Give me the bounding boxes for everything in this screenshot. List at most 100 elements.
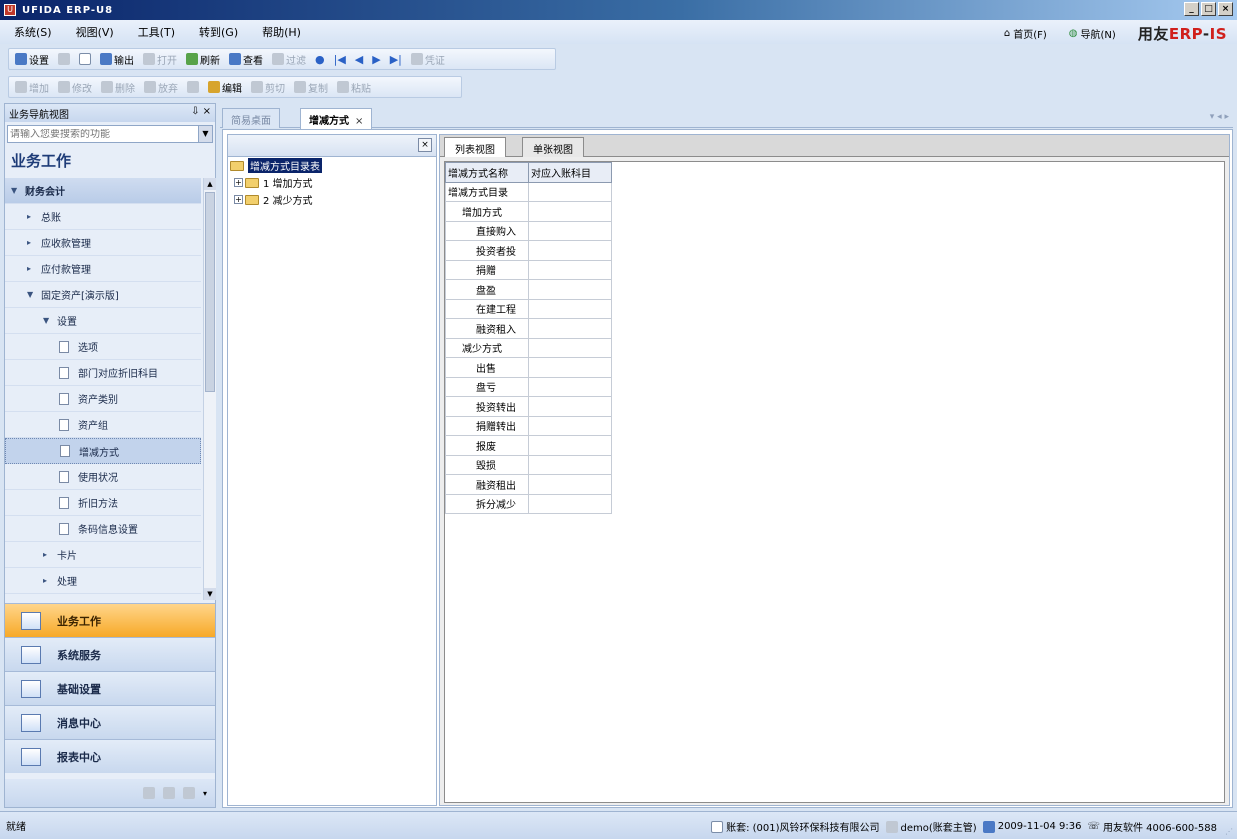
cell-account[interactable]: [528, 376, 612, 397]
tab-scroll-icon[interactable]: ▾ ◂ ▸: [1210, 112, 1229, 122]
cell-account[interactable]: [528, 357, 612, 378]
table-row[interactable]: 出售: [445, 357, 612, 378]
chevron-down-icon[interactable]: ▼: [27, 290, 37, 299]
cell-name[interactable]: 报废: [445, 435, 529, 456]
nav-item[interactable]: ▸ 应付款管理: [5, 256, 201, 282]
nav-item[interactable]: 资产组: [5, 412, 201, 438]
cell-account[interactable]: [528, 298, 612, 319]
cell-account[interactable]: [528, 337, 612, 358]
cell-name[interactable]: 投资转出: [445, 396, 529, 417]
modify-button[interactable]: 修改: [58, 80, 92, 95]
nav-item[interactable]: 增减方式: [5, 438, 201, 464]
nav-item[interactable]: ▸ 处理: [5, 568, 201, 594]
nav-scrollbar[interactable]: ▲ ▼: [203, 178, 216, 600]
cell-name[interactable]: 捐赠: [445, 259, 529, 280]
table-row[interactable]: 融资租出: [445, 474, 612, 495]
chevron-down-icon[interactable]: ▾: [203, 789, 207, 798]
nav-item[interactable]: 使用状况: [5, 464, 201, 490]
first-record-button[interactable]: |◀: [334, 53, 346, 66]
edit-button[interactable]: 编辑: [208, 80, 242, 95]
module-button[interactable]: 系统服务: [5, 637, 215, 671]
scroll-up-icon[interactable]: ▲: [204, 178, 216, 190]
tree-node-reduce-method[interactable]: + 2 减少方式: [228, 191, 436, 208]
cell-name[interactable]: 盘亏: [445, 376, 529, 397]
minimize-button[interactable]: _: [1184, 2, 1199, 16]
cell-name[interactable]: 直接购入: [445, 220, 529, 241]
export-button[interactable]: 输出: [100, 52, 134, 67]
search-dropdown-icon[interactable]: ▼: [198, 126, 212, 142]
function-search-input[interactable]: [10, 128, 200, 140]
cell-name[interactable]: 毁损: [445, 454, 529, 475]
table-row[interactable]: 捐赠转出: [445, 415, 612, 436]
module-button[interactable]: 消息中心: [5, 705, 215, 739]
cell-name[interactable]: 增减方式目录: [445, 181, 529, 202]
cell-name[interactable]: 投资者投: [445, 240, 529, 261]
paste-button[interactable]: 粘贴: [337, 80, 371, 95]
cell-name[interactable]: 减少方式: [445, 337, 529, 358]
cell-account[interactable]: [528, 435, 612, 456]
table-row[interactable]: 投资转出: [445, 396, 612, 417]
save-button[interactable]: [187, 81, 199, 93]
table-row[interactable]: 盘亏: [445, 376, 612, 397]
small-icon-3[interactable]: [182, 787, 195, 799]
chevron-right-icon[interactable]: ▸: [27, 264, 37, 273]
cell-account[interactable]: [528, 493, 612, 514]
discard-button[interactable]: 放弃: [144, 80, 178, 95]
small-icon-1[interactable]: [142, 787, 155, 799]
cell-name[interactable]: 盘盈: [445, 279, 529, 300]
table-row[interactable]: 报废: [445, 435, 612, 456]
nav-item[interactable]: 部门对应折旧科目: [5, 360, 201, 386]
col-header-account[interactable]: 对应入账科目: [528, 162, 612, 183]
add-button[interactable]: 增加: [15, 80, 49, 95]
tab-simple-desktop[interactable]: 简易桌面: [222, 108, 280, 128]
table-row[interactable]: 增加方式: [445, 201, 612, 222]
cell-name[interactable]: 在建工程: [445, 298, 529, 319]
last-record-button[interactable]: ▶|: [390, 53, 402, 66]
col-header-name[interactable]: 增减方式名称: [445, 162, 529, 183]
tab-change-method[interactable]: 增减方式 ×: [300, 108, 373, 129]
menu-tools[interactable]: 工具(T): [138, 24, 175, 40]
cell-account[interactable]: [528, 259, 612, 280]
nav-item[interactable]: ▼ 固定资产[演示版]: [5, 282, 201, 308]
chevron-right-icon[interactable]: ▸: [27, 238, 37, 247]
nav-item[interactable]: ▼ 设置: [5, 308, 201, 334]
open-button[interactable]: 打开: [143, 52, 177, 67]
cell-name[interactable]: 融资租出: [445, 474, 529, 495]
delete-button[interactable]: 删除: [101, 80, 135, 95]
tab-close-icon[interactable]: ×: [355, 116, 363, 127]
nav-item[interactable]: 折旧方法: [5, 490, 201, 516]
close-button[interactable]: ×: [1218, 2, 1233, 16]
chevron-down-icon[interactable]: ▼: [43, 316, 53, 325]
cell-name[interactable]: 拆分减少: [445, 493, 529, 514]
print-button[interactable]: [58, 53, 70, 65]
nav-item[interactable]: 条码信息设置: [5, 516, 201, 542]
module-button[interactable]: 基础设置: [5, 671, 215, 705]
maximize-button[interactable]: □: [1201, 2, 1216, 16]
cell-account[interactable]: [528, 396, 612, 417]
pin-close-icon[interactable]: ⇩ ×: [191, 106, 211, 117]
cell-account[interactable]: [528, 415, 612, 436]
cut-button[interactable]: 剪切: [251, 80, 285, 95]
cell-account[interactable]: [528, 279, 612, 300]
table-row[interactable]: 直接购入: [445, 220, 612, 241]
tree-node-add-method[interactable]: + 1 增加方式: [228, 174, 436, 191]
voucher-button[interactable]: 凭证: [410, 52, 445, 67]
cell-account[interactable]: [528, 181, 612, 202]
refresh-button[interactable]: 刷新: [186, 52, 220, 67]
resize-grip-icon[interactable]: ⋰: [1225, 827, 1235, 837]
nav-item[interactable]: ▸ 应收款管理: [5, 230, 201, 256]
scroll-thumb[interactable]: [205, 192, 215, 392]
table-row[interactable]: 增减方式目录: [445, 181, 612, 202]
tab-list-view[interactable]: 列表视图: [444, 137, 506, 157]
module-button[interactable]: 报表中心: [5, 739, 215, 773]
cell-account[interactable]: [528, 318, 612, 339]
home-link[interactable]: ⌂ 首页(F): [1004, 26, 1047, 41]
table-row[interactable]: 融资租入: [445, 318, 612, 339]
tab-single-view[interactable]: 单张视图: [522, 137, 584, 157]
tree-close-icon[interactable]: ×: [418, 138, 432, 152]
small-icon-2[interactable]: [162, 787, 175, 799]
nav-item[interactable]: ▸ 卡片: [5, 542, 201, 568]
cell-account[interactable]: [528, 474, 612, 495]
menu-view[interactable]: 视图(V): [76, 24, 114, 40]
view-button[interactable]: 查看: [229, 52, 263, 67]
